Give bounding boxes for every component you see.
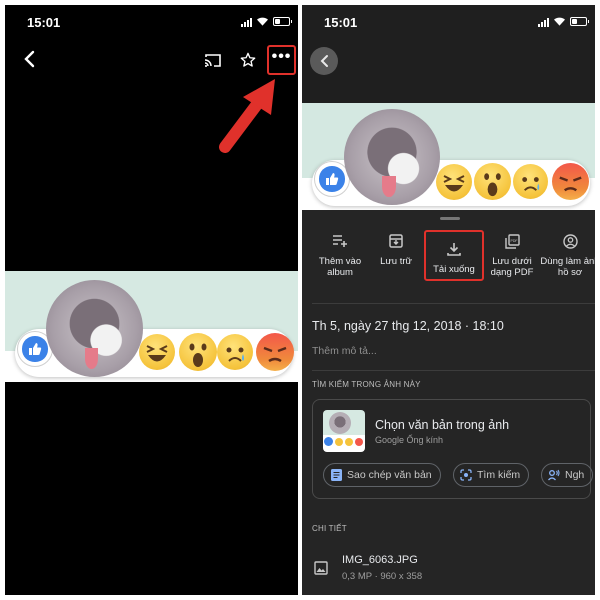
status-bar: 15:01 [5, 5, 298, 37]
haha-icon [436, 164, 472, 200]
lens-search-chip[interactable]: Tìm kiếm [453, 463, 530, 487]
action-label: Dùng làm ảnh hồ sơ [540, 256, 595, 278]
divider [312, 370, 595, 371]
save-as-pdf-action[interactable]: PDF Lưu dưới dạng PDF [482, 230, 542, 278]
archive-icon [389, 234, 403, 248]
chip-label: Sao chép văn bản [347, 469, 432, 481]
status-bar: 15:01 [302, 5, 595, 37]
star-icon[interactable] [238, 50, 258, 70]
pdf-icon: PDF [504, 233, 520, 249]
right-phone-screen: 15:01 Thêm vào album Lưu trữ Tải xuống P… [302, 5, 595, 595]
cast-icon[interactable] [203, 51, 223, 69]
back-chevron-icon [320, 55, 328, 67]
add-to-playlist-icon [333, 235, 347, 247]
file-name: IMG_6063.JPG [342, 554, 418, 566]
use-as-profile-action[interactable]: Dùng làm ảnh hồ sơ [540, 230, 595, 278]
lens-search-icon [460, 469, 472, 481]
more-options-button[interactable]: ••• [267, 45, 296, 75]
copy-text-chip[interactable]: Sao chép văn bản [323, 463, 441, 487]
haha-icon [139, 334, 175, 370]
battery-icon [273, 17, 292, 26]
details-section-title: CHI TIẾT [312, 524, 347, 533]
download-action[interactable]: Tải xuống [424, 230, 484, 281]
action-label: Thêm vào album [318, 256, 362, 278]
sheet-drag-handle[interactable] [440, 217, 460, 220]
copy-text-icon [330, 469, 342, 481]
action-label: Lưu trữ [380, 256, 412, 267]
angry-icon [552, 163, 589, 200]
angry-icon [256, 333, 294, 371]
battery-icon [570, 17, 589, 26]
dog-avatar [344, 109, 440, 205]
archive-action[interactable]: Lưu trữ [366, 230, 426, 267]
wow-icon [179, 333, 217, 371]
photo-date: Th 5, ngày 27 thg 12, 2018 · 18:10 [312, 319, 504, 333]
status-time: 15:01 [324, 15, 358, 30]
description-input[interactable]: Thêm mô tả... [312, 345, 377, 357]
wifi-icon [257, 17, 268, 26]
file-meta: 0,3 MP · 960 x 358 [342, 571, 423, 582]
back-chevron-icon[interactable] [17, 47, 41, 71]
lens-thumbnail [323, 410, 365, 452]
photo-image[interactable] [302, 103, 595, 210]
add-to-album-action[interactable]: Thêm vào album [310, 230, 370, 278]
dog-avatar [46, 280, 143, 377]
profile-icon [562, 233, 578, 249]
red-arrow-annotation [219, 79, 275, 153]
status-time: 15:01 [27, 15, 61, 30]
google-lens-card[interactable]: Chọn văn bản trong ảnh Google Ống kính S… [312, 399, 594, 499]
wow-icon [474, 163, 511, 200]
left-phone-screen: 15:01 ••• [5, 5, 298, 595]
back-button[interactable] [310, 47, 338, 75]
image-file-icon [314, 561, 328, 575]
wifi-icon [554, 17, 565, 26]
listen-chip[interactable]: Ngh [541, 463, 594, 487]
signal-icon [538, 18, 549, 27]
svg-text:PDF: PDF [510, 239, 517, 243]
search-section-title: TÌM KIẾM TRONG ẢNH NÀY [312, 380, 421, 389]
chip-label: Ngh [565, 469, 585, 481]
lens-subtitle: Google Ống kính [375, 435, 444, 445]
lens-title: Chọn văn bản trong ảnh [375, 418, 510, 432]
download-icon [447, 243, 461, 256]
sad-icon [217, 334, 253, 370]
divider [312, 303, 595, 304]
more-icon: ••• [271, 48, 292, 65]
action-label: Lưu dưới dạng PDF [490, 256, 534, 278]
signal-icon [241, 18, 252, 27]
sad-icon [513, 164, 548, 199]
photo-image[interactable] [5, 271, 298, 382]
action-label: Tải xuống [433, 264, 475, 275]
listen-icon [548, 469, 560, 481]
chip-label: Tìm kiếm [477, 469, 521, 481]
info-bottom-sheet: Thêm vào album Lưu trữ Tải xuống PDF Lưu… [302, 210, 595, 595]
